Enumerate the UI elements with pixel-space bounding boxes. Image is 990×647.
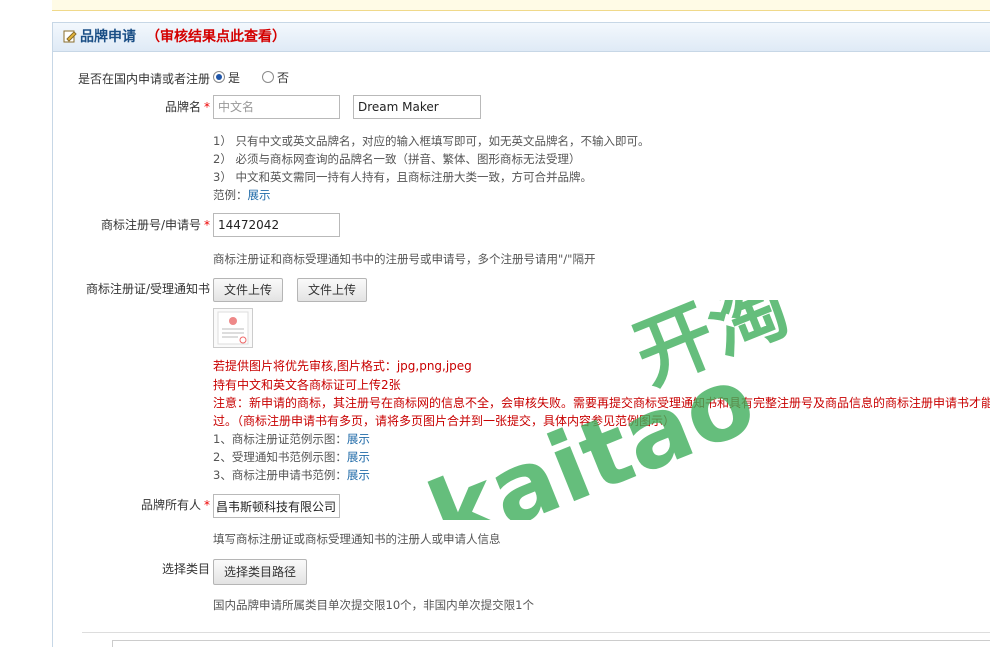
cert-example-3: 3、商标注册申请书范例：展示 xyxy=(213,468,370,482)
radio-no-label: 否 xyxy=(277,71,290,85)
upload-button-1[interactable]: 文件上传 xyxy=(213,278,284,302)
cert-example-link-3[interactable]: 展示 xyxy=(347,468,370,482)
required-mark: * xyxy=(204,100,210,114)
cert-example-2: 2、受理通知书范例示图：展示 xyxy=(213,450,370,464)
domestic-yes-option[interactable]: 是 xyxy=(213,69,240,86)
cert-example-link-2[interactable]: 展示 xyxy=(347,450,370,464)
edit-icon xyxy=(63,25,77,53)
brand-name-label: 品牌名 * xyxy=(164,100,210,114)
top-notice-strip xyxy=(52,0,990,11)
brand-tip-1: 1） 只有中文或英文品牌名，对应的输入框填写即可，如无英文品牌名，不输入即可。 xyxy=(213,134,650,148)
trademark-no-label: 商标注册号/申请号 * xyxy=(100,218,210,232)
review-result-link[interactable]: （审核结果点此查看） xyxy=(146,29,286,45)
radio-yes[interactable] xyxy=(213,71,225,83)
domestic-label: 是否在国内申请或者注册 xyxy=(77,72,210,86)
owner-tip: 填写商标注册证或商标受理通知书的注册人或申请人信息 xyxy=(213,532,501,546)
category-label: 选择类目 xyxy=(161,562,210,576)
cert-example-1: 1、商标注册证范例示图：展示 xyxy=(213,432,370,446)
bottom-divider xyxy=(82,632,990,633)
upload-button-2[interactable]: 文件上传 xyxy=(297,278,368,302)
brand-tip-3: 3） 中文和英文需同一持有人持有，且商标注册大类一致，方可合并品牌。 xyxy=(213,170,592,184)
cert-example-link-1[interactable]: 展示 xyxy=(347,432,370,446)
required-mark: * xyxy=(204,218,210,232)
trademark-no-tip: 商标注册证和商标受理通知书中的注册号或申请号，多个注册号请用"/"隔开 xyxy=(213,252,596,266)
trademark-no-input[interactable] xyxy=(213,213,340,237)
page-title: 品牌申请 xyxy=(80,29,136,45)
brand-application-panel: 品牌申请 （审核结果点此查看） xyxy=(52,22,990,647)
cert-note-1: 若提供图片将优先审核,图片格式：jpg,png,jpeg xyxy=(213,359,472,373)
cert-note-2: 持有中文和英文各商标证可上传2张 xyxy=(213,378,401,392)
brand-cn-input[interactable] xyxy=(213,95,340,119)
owner-input[interactable] xyxy=(213,494,340,518)
cert-note-4: 过。（商标注册申请书有多页，请将多页图片合并到一张提交，具体内容参见范例图示） xyxy=(213,414,676,428)
brand-example: 范例：展示 xyxy=(213,188,271,202)
brand-example-link[interactable]: 展示 xyxy=(248,188,271,202)
required-mark: * xyxy=(204,498,210,512)
radio-yes-label: 是 xyxy=(228,71,241,85)
domestic-no-option[interactable]: 否 xyxy=(262,69,289,86)
certificate-thumbnail[interactable] xyxy=(213,308,253,348)
brand-en-input[interactable] xyxy=(353,95,481,119)
panel-header: 品牌申请 （审核结果点此查看） xyxy=(53,23,990,52)
cert-note-3: 注意：新申请的商标，其注册号在商标网的信息不全，会审核失败。需要再提交商标受理通… xyxy=(213,396,990,410)
brand-tip-2: 2） 必须与商标网查询的品牌名一致（拼音、繁体、图形商标无法受理） xyxy=(213,152,581,166)
owner-label: 品牌所有人 * xyxy=(140,498,210,512)
select-category-button[interactable]: 选择类目路径 xyxy=(213,559,308,585)
radio-no[interactable] xyxy=(262,71,274,83)
certificate-label: 商标注册证/受理通知书 xyxy=(85,282,210,296)
category-tip: 国内品牌申请所属类目单次提交限10个，非国内单次提交限1个 xyxy=(213,598,534,612)
